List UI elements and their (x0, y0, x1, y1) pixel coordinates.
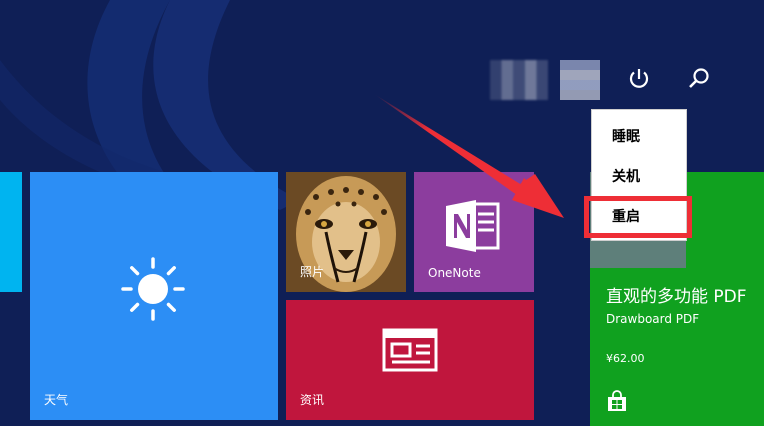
tile-onenote[interactable]: OneNote (414, 172, 534, 292)
tile-weather[interactable]: 天气 (30, 172, 278, 420)
menu-item-sleep[interactable]: 睡眠 (612, 126, 640, 146)
tile-news-label: 资讯 (300, 393, 325, 407)
tile-onenote-label: OneNote (428, 266, 481, 280)
onenote-icon (446, 200, 500, 252)
restart-highlight-box (584, 196, 692, 238)
store-bag-icon (608, 390, 626, 411)
tile-news[interactable]: 资讯 (286, 300, 534, 420)
tile-weather-label: 天气 (44, 393, 69, 407)
menu-item-shutdown[interactable]: 关机 (612, 166, 640, 186)
tile-partial-left[interactable] (0, 172, 22, 292)
sun-icon (121, 257, 185, 321)
search-icon[interactable] (686, 66, 712, 92)
store-app-price: ¥62.00 (606, 352, 645, 365)
power-icon[interactable] (626, 66, 652, 92)
store-app-name: Drawboard PDF (606, 312, 700, 326)
tile-photos-label: 照片 (300, 265, 325, 279)
tile-photos[interactable]: 照片 (286, 172, 406, 292)
store-app-title: 直观的多功能 PDF (606, 287, 747, 307)
newspaper-icon (382, 328, 438, 372)
user-name-blurred[interactable] (490, 60, 548, 100)
user-avatar[interactable] (560, 60, 600, 100)
